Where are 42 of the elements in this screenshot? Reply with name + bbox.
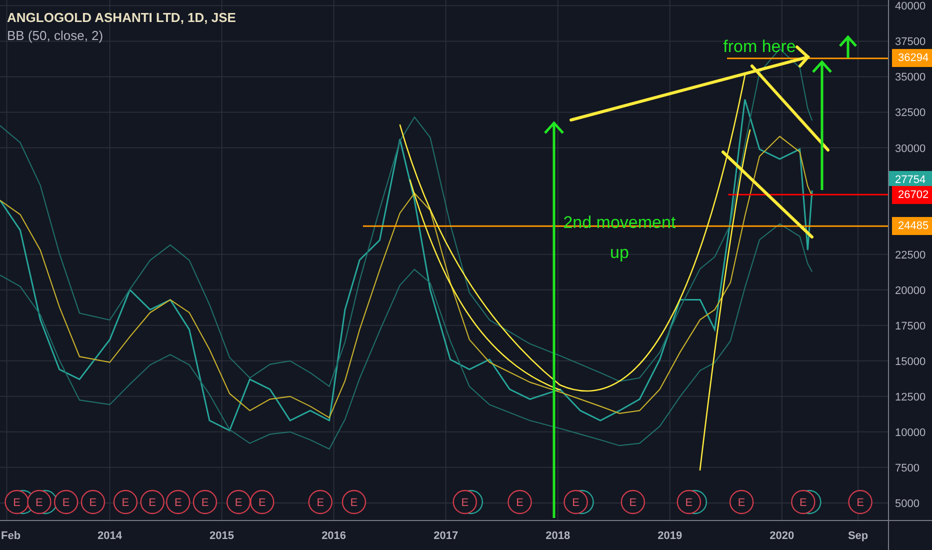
- earnings-marker[interactable]: E: [226, 490, 251, 514]
- price-tick-label: 10000: [895, 426, 926, 439]
- price-tick-label: 12500: [895, 391, 926, 404]
- earnings-marker[interactable]: E: [620, 490, 645, 514]
- time-tick-label: 2016: [322, 530, 346, 542]
- time-tick-label: 2020: [770, 530, 794, 542]
- time-tick-label: 2014: [98, 530, 122, 542]
- price-tick-label: 40000: [895, 0, 926, 13]
- earnings-marker[interactable]: E: [80, 490, 106, 514]
- time-tick-label: Feb: [1, 530, 21, 542]
- time-tick-label: 2017: [434, 530, 458, 542]
- earnings-marker[interactable]: E: [308, 490, 332, 514]
- time-tick-label: 2019: [658, 530, 682, 542]
- price-tick-label: 17500: [895, 320, 926, 332]
- price-tag: 24485: [889, 217, 932, 236]
- earnings-marker[interactable]: E: [729, 490, 754, 514]
- earnings-marker[interactable]: E: [140, 490, 164, 514]
- time-tick-label: 2015: [210, 530, 234, 542]
- price-tick-label: 35000: [895, 72, 926, 84]
- price-tick-label: 5000: [895, 498, 920, 510]
- price-tag: 26702: [889, 186, 932, 204]
- annotation-text: from here: [723, 36, 796, 58]
- price-tick-label: 15000: [895, 356, 926, 368]
- earnings-marker[interactable]: E: [848, 490, 872, 514]
- earnings-marker[interactable]: E: [113, 490, 138, 514]
- earnings-marker[interactable]: E: [54, 490, 78, 514]
- price-tick-label: 37500: [895, 36, 926, 48]
- indicator-label: BB (50, close, 2): [7, 28, 104, 43]
- time-tick-label: 2018: [546, 530, 570, 542]
- price-tick-label: 20000: [895, 284, 926, 297]
- earnings-marker[interactable]: E: [508, 490, 532, 514]
- time-tick-label: Sep: [848, 530, 868, 542]
- price-tick-label: 32500: [895, 107, 926, 120]
- earnings-marker[interactable]: E: [192, 490, 218, 514]
- earnings-marker[interactable]: E: [250, 490, 274, 514]
- price-tag: 36294: [889, 49, 932, 68]
- price-tick-label: 22500: [895, 249, 926, 262]
- price-tick-label: 7500: [895, 462, 920, 474]
- earnings-marker[interactable]: E: [166, 490, 190, 514]
- chart-title: ANGLOGOLD ASHANTI LTD, 1D, JSE: [7, 10, 236, 25]
- price-tick-label: 30000: [895, 142, 926, 155]
- earnings-marker[interactable]: E: [342, 490, 366, 514]
